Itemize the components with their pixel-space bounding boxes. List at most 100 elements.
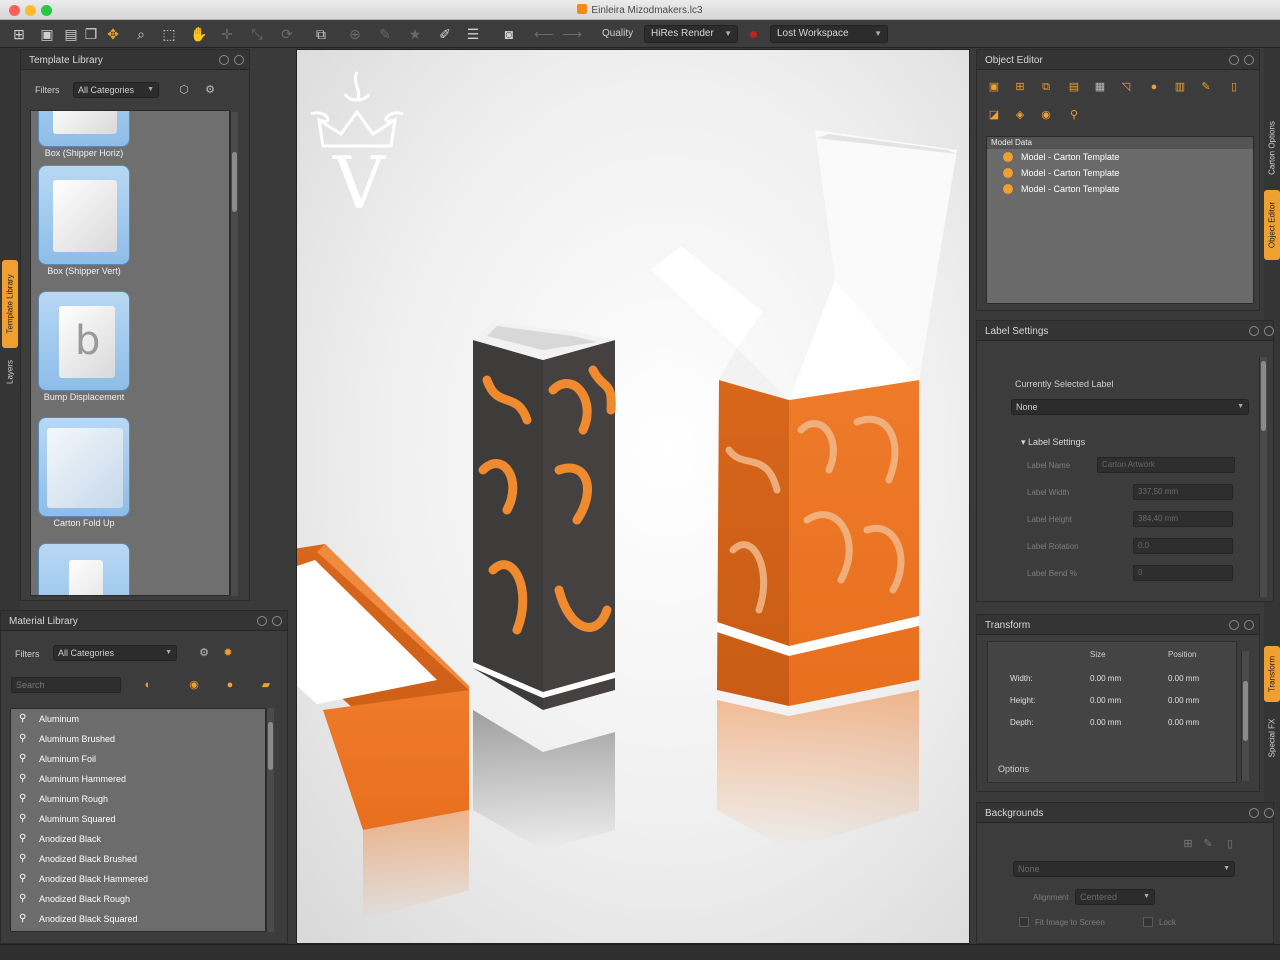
panel-close-icon[interactable] [1244, 620, 1254, 630]
tree-item[interactable]: Model - Carton Template [987, 181, 1253, 197]
label-width-field[interactable]: 337,50 mm [1133, 484, 1233, 500]
label-bend-field[interactable]: 0 [1133, 565, 1233, 581]
dark-carton-model[interactable] [473, 322, 616, 850]
panel-close-icon[interactable] [234, 55, 244, 65]
panel-settings-icon[interactable] [257, 616, 267, 626]
zoom-region-icon[interactable]: ⬚ [160, 25, 178, 43]
template-list[interactable]: Box (Shipper Horiz) Box (Shipper Vert) b… [30, 110, 230, 596]
record-indicator-icon[interactable] [750, 31, 757, 38]
workspace-select[interactable]: Lost Workspace ▼ [770, 25, 888, 43]
list-item[interactable]: ⚲ Anodized Black Hammered [11, 869, 265, 889]
panel-close-icon[interactable] [1244, 55, 1254, 65]
material-ball-icon[interactable]: ● [223, 678, 237, 692]
list-item[interactable]: ⚲ Anodized Black Brushed [11, 849, 265, 869]
background-select[interactable]: None ▼ [1013, 861, 1235, 877]
material-filter-select[interactable]: All Categories ▼ [53, 645, 177, 661]
template-filter-select[interactable]: All Categories ▼ [73, 82, 159, 98]
list-item[interactable]: ⚲ Aluminum Squared [11, 809, 265, 829]
object-tool-icon[interactable]: ⚲ [1067, 108, 1081, 122]
material-sun-icon[interactable]: ✹ [221, 646, 235, 660]
trash-icon[interactable]: ▯ [1227, 80, 1241, 94]
list-item[interactable]: ⚲ Aluminum Brushed [11, 729, 265, 749]
list-item[interactable]: ⚲ Aluminum [11, 709, 265, 729]
cube-view-icon[interactable]: ⬡ [177, 83, 191, 97]
tab-special-fx[interactable]: Special FX [1264, 708, 1280, 768]
render-snapshot-icon[interactable]: ◙ [500, 25, 518, 43]
object-tool-icon[interactable]: ▤ [1067, 80, 1081, 94]
object-tool-icon[interactable]: ⊞ [1013, 80, 1027, 94]
move-icon[interactable]: ✛ [218, 25, 236, 43]
quality-select[interactable]: HiRes Render ▼ [644, 25, 738, 43]
label-height-field[interactable]: 384,40 mm [1133, 511, 1233, 527]
list-item[interactable]: ⚲ Anodized Black [11, 829, 265, 849]
object-tool-icon[interactable]: ⧉ [1039, 80, 1053, 94]
depth-size-value[interactable]: 0.00 mm [1090, 718, 1121, 727]
panel-settings-icon[interactable] [1229, 55, 1239, 65]
lock-checkbox[interactable] [1143, 917, 1153, 927]
panel-settings-icon[interactable] [1249, 326, 1259, 336]
object-tool-icon[interactable]: ◉ [1039, 108, 1053, 122]
label-settings-section[interactable]: ▾ Label Settings [1021, 437, 1085, 448]
material-list[interactable]: ⚲ Aluminum ⚲ Aluminum Brushed ⚲ Aluminum Fo… [10, 708, 266, 932]
undo-icon[interactable]: ⟵ [534, 25, 554, 43]
settings-sliders-icon[interactable]: ☰ [464, 25, 482, 43]
tab-template-library[interactable]: Template Library [2, 260, 18, 348]
width-size-value[interactable]: 0.00 mm [1090, 674, 1121, 683]
tab-transform[interactable]: Transform [1264, 646, 1280, 702]
select-tool-icon[interactable]: ✥ [104, 25, 122, 43]
scale-icon[interactable]: ⤡ [248, 25, 266, 43]
panel-settings-icon[interactable] [219, 55, 229, 65]
panel-settings-icon[interactable] [1229, 620, 1239, 630]
favorite-star-icon[interactable]: ★ [406, 25, 424, 43]
object-tool-icon[interactable]: ▣ [987, 80, 1001, 94]
alignment-select[interactable]: Centered ▼ [1075, 889, 1155, 905]
list-item[interactable]: ⚲ Aluminum Hammered [11, 769, 265, 789]
gear-icon[interactable]: ⚙ [203, 83, 217, 97]
height-position-value[interactable]: 0.00 mm [1168, 696, 1199, 705]
object-tool-icon[interactable]: ◈ [1013, 108, 1027, 122]
open-folder-icon[interactable]: ▣ [38, 25, 56, 43]
material-scrollbar[interactable] [266, 708, 274, 932]
template-item[interactable] [37, 543, 131, 595]
edit-icon[interactable]: ✎ [376, 25, 394, 43]
object-tool-icon[interactable]: ▥ [1173, 80, 1187, 94]
add-background-icon[interactable]: ⊞ [1181, 837, 1195, 851]
template-scrollbar[interactable] [230, 112, 238, 596]
material-folder-icon[interactable]: ▰ [259, 678, 273, 692]
depth-position-value[interactable]: 0.00 mm [1168, 718, 1199, 727]
panel-close-icon[interactable] [1264, 326, 1274, 336]
transform-scrollbar[interactable] [1241, 651, 1249, 781]
label-select[interactable]: None ▼ [1011, 399, 1249, 415]
material-sphere-icon[interactable]: ◉ [187, 678, 201, 692]
tree-item[interactable]: Model - Carton Template [987, 149, 1253, 165]
material-swatch-icon[interactable]: ◐ [141, 678, 155, 692]
object-tool-icon[interactable]: ▦ [1093, 80, 1107, 94]
render-viewport[interactable]: V [296, 49, 970, 944]
tree-item[interactable]: Model - Carton Template [987, 165, 1253, 181]
redo-icon[interactable]: ⟶ [562, 25, 582, 43]
object-tool-icon[interactable]: ✎ [1199, 80, 1213, 94]
frame-icon[interactable]: ⧉ [312, 25, 330, 43]
delete-background-icon[interactable]: ▯ [1223, 837, 1237, 851]
template-item[interactable]: b Bump Displacement [37, 291, 131, 402]
list-item[interactable]: ⚲ Anodized Black Rough [11, 889, 265, 909]
carton-lid-model[interactable] [297, 544, 469, 920]
zoom-icon[interactable]: ⌕ [132, 25, 150, 43]
object-tool-icon[interactable]: ◪ [987, 108, 1001, 122]
panel-settings-icon[interactable] [1249, 808, 1259, 818]
tab-layers[interactable]: Layers [2, 352, 18, 392]
fit-image-checkbox[interactable] [1019, 917, 1029, 927]
material-settings-icon[interactable]: ⚙ [197, 646, 211, 660]
pan-hand-icon[interactable]: ✋ [190, 25, 208, 43]
panel-close-icon[interactable] [1264, 808, 1274, 818]
label-name-field[interactable]: Carton Artwork [1097, 457, 1235, 473]
brush-icon[interactable]: ✐ [436, 25, 454, 43]
orange-carton-model[interactable] [651, 130, 957, 850]
model-tree[interactable]: Model Data Model - Carton Template Model… [986, 136, 1254, 304]
label-rotation-field[interactable]: 0.0 [1133, 538, 1233, 554]
material-search-input[interactable]: Search [11, 677, 121, 693]
options-section[interactable]: Options [998, 764, 1029, 774]
template-item[interactable]: Box (Shipper Vert) [37, 165, 131, 276]
template-item[interactable]: Carton Fold Up [37, 417, 131, 528]
object-tool-icon[interactable]: ◹ [1119, 80, 1133, 94]
